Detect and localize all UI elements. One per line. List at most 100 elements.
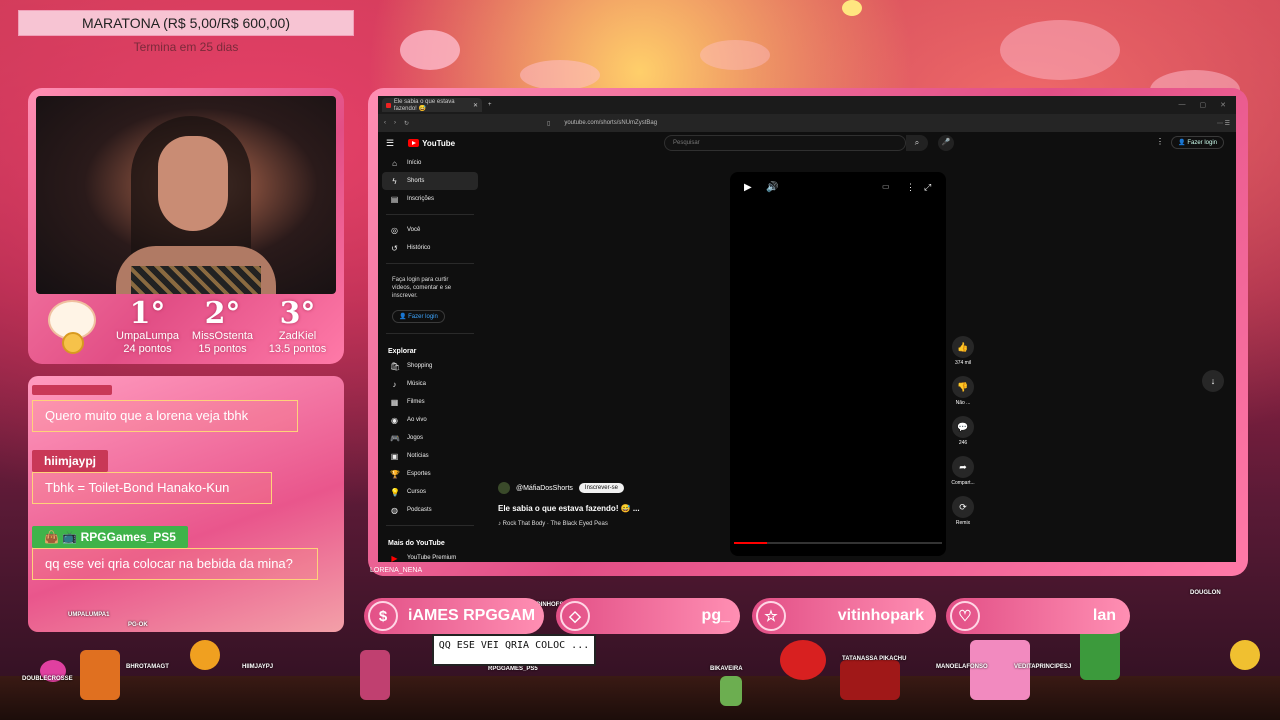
- sidebar-login-button[interactable]: 👤 Fazer login: [392, 310, 445, 323]
- divider: [386, 214, 474, 215]
- sidebar-item-history[interactable]: ↺ Histórico: [378, 239, 482, 257]
- sidebar-item-gaming[interactable]: 🎮 Jogos: [378, 429, 482, 447]
- next-video-icon[interactable]: ↓: [1202, 370, 1224, 392]
- music-label[interactable]: ♪ Rock That Body · The Black Eyed Peas: [498, 521, 718, 527]
- sidebar-label: Histórico: [407, 245, 431, 251]
- search-icon[interactable]: ⌕: [906, 135, 928, 151]
- sidebar-label: Jogos: [407, 435, 424, 441]
- remix-icon[interactable]: ⟳: [952, 496, 974, 518]
- share-icon[interactable]: ➦: [952, 456, 974, 478]
- sidebar-label: Você: [407, 227, 421, 233]
- sidebar-item-live[interactable]: ◉ Ao vivo: [378, 411, 482, 429]
- sidebar-item-home[interactable]: ⌂ Início: [378, 154, 482, 172]
- sidebar-item-music[interactable]: ♪ Música: [378, 375, 482, 393]
- channel-avatar[interactable]: [498, 482, 510, 494]
- heart-icon: ♡: [950, 601, 980, 631]
- sidebar-item-shopping[interactable]: 🛍 Shopping: [378, 357, 482, 375]
- sidebar-item-news[interactable]: ▣ Notícias: [378, 447, 482, 465]
- alert-banner: ♡ lan: [946, 598, 1130, 634]
- comment-icon[interactable]: 💬: [952, 416, 974, 438]
- sidebar-item-shorts[interactable]: ϟ Shorts: [382, 172, 478, 190]
- sidebar-item-courses[interactable]: 💡 Cursos: [378, 483, 482, 501]
- like-icon[interactable]: 👍: [952, 336, 974, 358]
- sidebar-item-movies[interactable]: ▦ Filmes: [378, 393, 482, 411]
- volume-icon[interactable]: 🔊: [766, 182, 778, 193]
- sidebar-label: Shorts: [407, 178, 425, 184]
- sidebar-item-premium[interactable]: ▶ YouTube Premium: [378, 549, 482, 563]
- coin-icon: $: [368, 601, 398, 631]
- webcam-person-face: [158, 136, 228, 231]
- action-label: Remix: [955, 520, 971, 526]
- minimize-icon[interactable]: —: [1179, 101, 1186, 109]
- channel-name[interactable]: @MáfiaDosShorts: [516, 485, 573, 492]
- dislike-icon[interactable]: 👎: [952, 376, 974, 398]
- sidebar-item-you[interactable]: ◎ Você: [378, 221, 482, 239]
- ranking: 1° UmpaLumpa 24 pontos 2° MissOstenta 15…: [36, 298, 336, 360]
- youtube-header: ☰ YouTube Pesquisar ⌕ 🎤 ⋮ 👤 Fazer login: [378, 132, 1236, 154]
- rank-3: 3° ZadKiel 13.5 pontos: [260, 296, 335, 356]
- action-label: 246: [958, 440, 968, 446]
- video-title[interactable]: Ele sabia o que estava fazendo! 😅 ...: [498, 504, 718, 513]
- sidebar-item-sports[interactable]: 🏆 Esportes: [378, 465, 482, 483]
- captions-icon[interactable]: ▭: [882, 182, 890, 191]
- alert-text: lan: [1092, 607, 1116, 624]
- history-icon: ↺: [391, 243, 398, 253]
- play-icon[interactable]: ▶: [744, 182, 752, 193]
- alert-banner: ☆ vitinhopark: [752, 598, 936, 634]
- extensions-icon[interactable]: ⋯ ☰: [1217, 120, 1230, 127]
- action-share[interactable]: ➦ Compart...: [950, 456, 976, 486]
- sidebar-label: Início: [407, 160, 422, 166]
- progress-bar[interactable]: [734, 542, 942, 544]
- microphone-icon[interactable]: 🎤: [938, 135, 954, 151]
- login-button[interactable]: 👤 Fazer login: [1171, 136, 1224, 149]
- menu-icon[interactable]: ☰: [386, 138, 394, 149]
- more-options-icon[interactable]: ⋮: [906, 182, 915, 193]
- rank-1: 1° UmpaLumpa 24 pontos: [110, 298, 185, 356]
- shorts-player[interactable]: ▶ 🔊 ▭ ⋮ ⤢: [730, 172, 946, 556]
- tab-close-icon[interactable]: ✕: [473, 102, 478, 109]
- channel-row: @MáfiaDosShorts Inscrever-se: [498, 482, 718, 494]
- sprite-name-tag: HIIMJAYPJ: [242, 664, 274, 670]
- more-options-icon[interactable]: ⋮: [1156, 137, 1164, 146]
- sidebar-label: Inscrições: [407, 196, 435, 202]
- diamond-icon: ◇: [560, 601, 590, 631]
- action-comment[interactable]: 💬 246: [950, 416, 976, 446]
- sidebar-item-podcasts[interactable]: ◍ Podcasts: [378, 501, 482, 519]
- chat-username: 👜 📺 RPGGames_PS5: [32, 526, 188, 548]
- reload-icon[interactable]: ↻: [404, 120, 409, 127]
- sidebar-item-subscriptions[interactable]: ▤ Inscrições: [378, 190, 482, 208]
- film-icon: ▦: [390, 397, 399, 407]
- owner-tag: LORENA_NENA: [370, 567, 423, 574]
- action-like[interactable]: 👍 374 mil: [950, 336, 976, 366]
- petal: [400, 30, 460, 70]
- new-tab-icon[interactable]: +: [488, 102, 492, 108]
- youtube-logo[interactable]: YouTube: [408, 139, 455, 148]
- action-remix[interactable]: ⟳ Remix: [950, 496, 976, 526]
- bookmark-icon[interactable]: ▯: [547, 120, 550, 127]
- browser-tab[interactable]: Ele sabia o que estava fazendo! 😅 ✕: [382, 98, 482, 112]
- chat-username-text: RPGGames_PS5: [80, 530, 176, 544]
- close-window-icon[interactable]: ✕: [1220, 101, 1226, 109]
- search-input[interactable]: Pesquisar: [664, 135, 906, 151]
- action-dislike[interactable]: 👎 Não ...: [950, 376, 976, 406]
- more-youtube-heading: Mais do YouTube: [388, 540, 445, 547]
- rank-place: 3°: [279, 296, 316, 331]
- home-icon: ⌂: [392, 158, 397, 168]
- tab-title: Ele sabia o que estava fazendo! 😅: [393, 98, 455, 112]
- sprite-name-tag: RPGGAMES_PS5: [488, 666, 538, 672]
- lightbulb-icon: 💡: [390, 487, 400, 497]
- explore-heading: Explorar: [388, 348, 417, 355]
- rank-name: UmpaLumpa: [116, 330, 179, 342]
- action-label: Não ...: [955, 400, 971, 406]
- fullscreen-icon[interactable]: ⤢: [924, 182, 931, 193]
- sidebar-login-label: Fazer login: [408, 314, 438, 320]
- subscribe-button[interactable]: Inscrever-se: [578, 483, 624, 493]
- back-icon[interactable]: ‹: [384, 120, 386, 126]
- url-field[interactable]: youtube.com/shorts/sNUmZystBag: [564, 120, 657, 126]
- maximize-icon[interactable]: ▢: [1200, 101, 1207, 109]
- rank-name: MissOstenta: [191, 330, 254, 342]
- sprite-name-tag: DOUBLECROSSE: [22, 676, 73, 682]
- alert-banner: $ iAMES RPGGAM: [364, 598, 544, 634]
- forward-icon[interactable]: ›: [394, 120, 396, 126]
- chat-message: Quero muito que a lorena veja tbhk: [32, 382, 298, 432]
